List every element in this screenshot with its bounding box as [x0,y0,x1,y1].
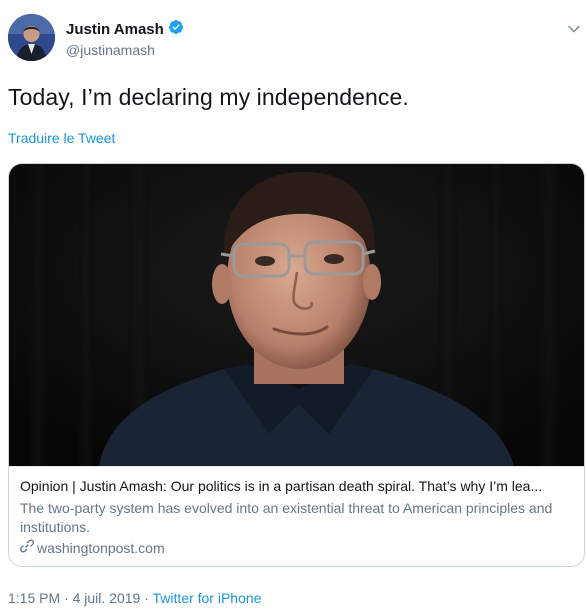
avatar[interactable] [8,14,55,61]
author-name[interactable]: Justin Amash [66,21,164,38]
link-icon [20,539,34,558]
meta-separator: · [144,590,149,606]
tweet-source-link[interactable]: Twitter for iPhone [153,590,262,606]
chevron-down-icon[interactable] [567,22,581,36]
card-body: Opinion | Justin Amash: Our politics is … [9,466,584,566]
author-name-row: Justin Amash [66,19,184,40]
card-description: The two-party system has evolved into an… [20,500,553,535]
card-domain: washingtonpost.com [37,540,165,556]
tweet-date[interactable]: 4 juil. 2019 [73,590,141,606]
card-domain-row: washingtonpost.com [20,539,573,558]
card-image [9,164,584,466]
meta-separator: · [64,590,69,606]
tweet-meta: 1:15 PM · 4 juil. 2019 · Twitter for iPh… [8,590,261,606]
translate-tweet-link[interactable]: Traduire le Tweet [8,130,115,146]
tweet-text: Today, I’m declaring my independence. [8,84,409,110]
link-preview-card[interactable]: Opinion | Justin Amash: Our politics is … [8,163,585,567]
author-handle[interactable]: @justinamash [66,42,155,58]
card-title: Opinion | Justin Amash: Our politics is … [20,478,543,494]
verified-badge-icon [168,19,184,40]
tweet-time[interactable]: 1:15 PM [8,590,60,606]
